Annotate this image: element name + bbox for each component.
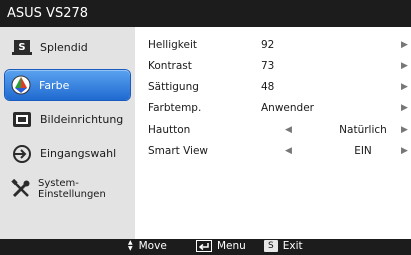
sidebar-item-label: Eingangswahl — [40, 147, 117, 160]
sidebar: S Splendid Farbe Bildeinrichtung Eingang… — [0, 27, 135, 239]
wrench-screwdriver-icon — [11, 178, 31, 199]
setting-label: Helligkeit — [148, 39, 197, 51]
right-arrow-icon[interactable]: ▶ — [401, 125, 408, 135]
menu-hint: Menu — [196, 240, 246, 252]
sidebar-item-label: Bildeinrichtung — [40, 113, 124, 126]
sidebar-item-label: Farbe — [39, 78, 70, 92]
menu-label: Menu — [217, 240, 246, 252]
setting-row-hautton[interactable]: Hautton ◀ Natürlich ▶ — [135, 121, 411, 141]
splendid-s-icon: S — [11, 38, 33, 58]
setting-label: Kontrast — [148, 60, 192, 72]
sidebar-item-label: Splendid — [40, 41, 88, 54]
setting-option: Natürlich — [339, 124, 387, 136]
setting-option: EIN — [354, 145, 372, 157]
exit-hint: S Exit — [264, 240, 303, 252]
sidebar-item-system-einstellungen[interactable]: System-Einstellungen — [0, 172, 133, 205]
move-hint: ▲ ▼ Move — [128, 239, 167, 253]
right-arrow-icon: ▶ — [401, 40, 408, 50]
setting-value: Anwender — [261, 102, 314, 114]
setting-row-farbtemp[interactable]: Farbtemp. Anwender ▶ — [135, 99, 411, 119]
color-palette-icon — [10, 75, 32, 95]
right-arrow-icon[interactable]: ▶ — [401, 146, 408, 156]
setting-row-smart-view[interactable]: Smart View ◀ EIN ▶ — [135, 142, 411, 162]
input-select-icon — [11, 144, 33, 164]
right-arrow-icon: ▶ — [401, 61, 408, 71]
title-bar: ASUS VS278 — [0, 0, 411, 27]
s-key-icon: S — [264, 240, 278, 252]
right-arrow-icon: ▶ — [401, 82, 408, 92]
settings-panel: Helligkeit 92 ▶ Kontrast 73 ▶ Sättigung … — [135, 27, 411, 239]
setting-value: 73 — [261, 60, 275, 72]
setting-row-saettigung[interactable]: Sättigung 48 ▶ — [135, 78, 411, 98]
navigation-hint-bar: ▲ ▼ Move Menu S Exit — [0, 239, 411, 255]
right-arrow-icon: ▶ — [401, 103, 408, 113]
exit-label: Exit — [282, 240, 303, 252]
move-label: Move — [138, 240, 167, 252]
left-arrow-icon[interactable]: ◀ — [285, 146, 292, 156]
setting-label: Hautton — [148, 124, 191, 136]
sidebar-item-label: System-Einstellungen — [38, 177, 106, 200]
setting-value: 92 — [261, 39, 275, 51]
image-setup-icon — [11, 110, 33, 130]
sidebar-item-eingangswahl[interactable]: Eingangswahl — [0, 137, 133, 170]
sidebar-item-farbe[interactable]: Farbe — [5, 70, 130, 100]
setting-label: Smart View — [148, 145, 209, 157]
up-down-arrows-icon: ▲ ▼ — [128, 239, 133, 252]
setting-label: Farbtemp. — [148, 102, 202, 114]
setting-label: Sättigung — [148, 81, 199, 93]
setting-row-helligkeit[interactable]: Helligkeit 92 ▶ — [135, 36, 411, 56]
setting-row-kontrast[interactable]: Kontrast 73 ▶ — [135, 57, 411, 77]
monitor-model-title: ASUS VS278 — [7, 6, 89, 21]
setting-value: 48 — [261, 81, 275, 93]
sidebar-item-bildeinrichtung[interactable]: Bildeinrichtung — [0, 103, 133, 136]
enter-key-icon — [196, 240, 212, 252]
svg-text:S: S — [18, 42, 25, 53]
left-arrow-icon[interactable]: ◀ — [285, 125, 292, 135]
sidebar-item-splendid[interactable]: S Splendid — [0, 31, 133, 64]
